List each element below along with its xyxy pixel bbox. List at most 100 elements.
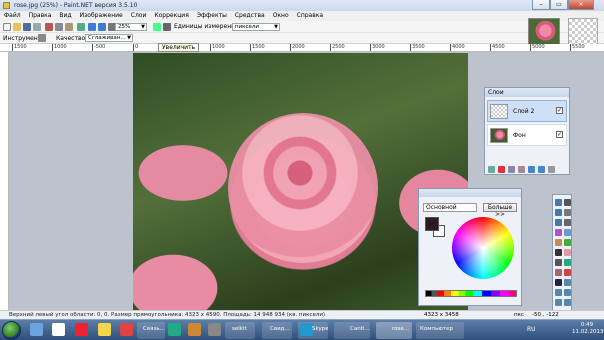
color-mode-select[interactable]: Основной	[423, 203, 477, 212]
move-selection-icon[interactable]	[564, 209, 571, 216]
save-icon[interactable]	[23, 23, 31, 31]
redo-icon[interactable]	[98, 23, 106, 31]
chrome-icon[interactable]	[120, 323, 133, 336]
delete-layer-icon[interactable]	[498, 166, 505, 173]
image-tab-thumbnail-untitled[interactable]	[568, 18, 598, 46]
menu-image[interactable]: Изображение	[76, 11, 127, 21]
minimize-button[interactable]: –	[532, 0, 550, 10]
layer-visibility-checkbox[interactable]: ✓	[556, 107, 563, 114]
ruler-tick: 1500	[250, 44, 265, 51]
eraser-icon[interactable]	[564, 249, 571, 256]
image-tab-thumbnail-rose[interactable]	[528, 18, 560, 46]
acrobat-icon[interactable]	[75, 323, 88, 336]
close-button[interactable]: ✕	[568, 0, 594, 10]
open-folder-icon[interactable]	[13, 23, 21, 31]
primary-color-swatch[interactable]	[425, 217, 439, 231]
clock[interactable]: 0:49 11.02.2013	[572, 322, 604, 336]
add-layer-icon[interactable]	[488, 166, 495, 173]
menu-edit[interactable]: Правка	[25, 11, 56, 21]
horizontal-ruler: 1500 1000 -500 0 500 1000 1500 2000 2500…	[0, 44, 604, 52]
app-icon[interactable]	[208, 323, 221, 336]
quality-select[interactable]: Сглаживан... ▼	[85, 34, 133, 42]
layer-row[interactable]: Слой 2 ✓	[487, 100, 567, 122]
clone-stamp-icon[interactable]	[555, 269, 562, 276]
ruler-icon[interactable]	[163, 23, 171, 31]
freeform-shape-icon[interactable]	[564, 299, 571, 306]
cut-icon[interactable]	[45, 23, 53, 31]
layer-row[interactable]: Фон ✓	[487, 124, 567, 146]
paint-bucket-icon[interactable]	[555, 239, 562, 246]
merge-layer-icon[interactable]	[518, 166, 525, 173]
menu-effects[interactable]: Эффекты	[193, 11, 231, 21]
paw-icon[interactable]	[52, 323, 65, 336]
taskbar-app-label: Связь...	[143, 326, 165, 332]
ruler-tick: 2500	[330, 44, 345, 51]
ruler-tick: -500	[92, 44, 106, 51]
more-colors-button[interactable]: Больше >>	[483, 203, 517, 218]
unit-label: пкс	[514, 312, 524, 318]
line-icon[interactable]	[564, 279, 571, 286]
zoom-tooltip: Увеличить	[158, 43, 200, 52]
layer-name: Фон	[513, 132, 526, 139]
paintbrush-icon[interactable]	[555, 249, 562, 256]
duplicate-layer-icon[interactable]	[508, 166, 515, 173]
move-layer-down-icon[interactable]	[538, 166, 545, 173]
color-palette[interactable]	[425, 290, 517, 297]
text-icon[interactable]	[555, 279, 562, 286]
app-icon[interactable]	[188, 323, 201, 336]
menu-layers[interactable]: Слои	[127, 11, 151, 21]
taskbar-app-label: Canti...	[350, 326, 370, 332]
pan-icon[interactable]	[564, 229, 571, 236]
units-select[interactable]: пиксели ▼	[232, 23, 280, 31]
ruler-tick: 1000	[52, 44, 67, 51]
move-icon[interactable]	[564, 199, 571, 206]
menu-help[interactable]: Справка	[293, 11, 327, 21]
pencil-icon[interactable]	[555, 259, 562, 266]
print-icon[interactable]	[33, 23, 41, 31]
ellipse-icon[interactable]	[555, 299, 562, 306]
menu-view[interactable]: Вид	[55, 11, 75, 21]
copy-icon[interactable]	[55, 23, 63, 31]
vertical-ruler	[0, 52, 9, 312]
layers-panel: Слои Слой 2 ✓ Фон ✓	[484, 87, 570, 175]
tools-panel	[552, 194, 572, 312]
menu-window[interactable]: Окно	[269, 11, 293, 21]
ruler-tick: 3500	[410, 44, 425, 51]
new-file-icon[interactable]	[3, 23, 11, 31]
lasso-icon[interactable]	[555, 209, 562, 216]
menu-file[interactable]: Файл	[0, 11, 25, 21]
zoom-value: 25%	[118, 24, 131, 30]
grid-icon[interactable]	[153, 23, 161, 31]
image-size: 4323 x 3458	[424, 312, 459, 318]
app-icon[interactable]	[168, 323, 181, 336]
taskbar-app-label: Свид...	[270, 326, 290, 332]
rounded-rectangle-icon[interactable]	[564, 289, 571, 296]
explorer-icon[interactable]	[30, 323, 43, 336]
layer-visibility-checkbox[interactable]: ✓	[556, 131, 563, 138]
ruler-tick: 2000	[290, 44, 305, 51]
menu-adjustments[interactable]: Коррекция	[150, 11, 192, 21]
color-picker-icon[interactable]	[564, 259, 571, 266]
paste-icon[interactable]	[65, 23, 73, 31]
crop-icon[interactable]	[77, 23, 85, 31]
zoom-tool-icon[interactable]	[38, 34, 46, 42]
folder-icon[interactable]	[98, 323, 111, 336]
magic-wand-icon[interactable]	[555, 229, 562, 236]
clock-date: 11.02.2013	[572, 329, 604, 335]
rectangle-icon[interactable]	[555, 289, 562, 296]
zoom-select[interactable]: 25% ▼	[115, 23, 147, 31]
move-layer-up-icon[interactable]	[528, 166, 535, 173]
maximize-button[interactable]: ▭	[550, 0, 568, 10]
language-indicator[interactable]: RU	[527, 326, 536, 333]
menu-tools[interactable]: Средства	[231, 11, 269, 21]
gradient-icon[interactable]	[564, 239, 571, 246]
undo-icon[interactable]	[88, 23, 96, 31]
rectangle-select-icon[interactable]	[555, 199, 562, 206]
color-wheel[interactable]	[452, 217, 514, 279]
layer-properties-icon[interactable]	[548, 166, 555, 173]
colors-panel: Основной Больше >>	[418, 188, 522, 306]
ellipse-select-icon[interactable]	[555, 219, 562, 226]
recolor-icon[interactable]	[564, 269, 571, 276]
start-button[interactable]	[2, 321, 21, 340]
zoom-tool-icon[interactable]	[564, 219, 571, 226]
